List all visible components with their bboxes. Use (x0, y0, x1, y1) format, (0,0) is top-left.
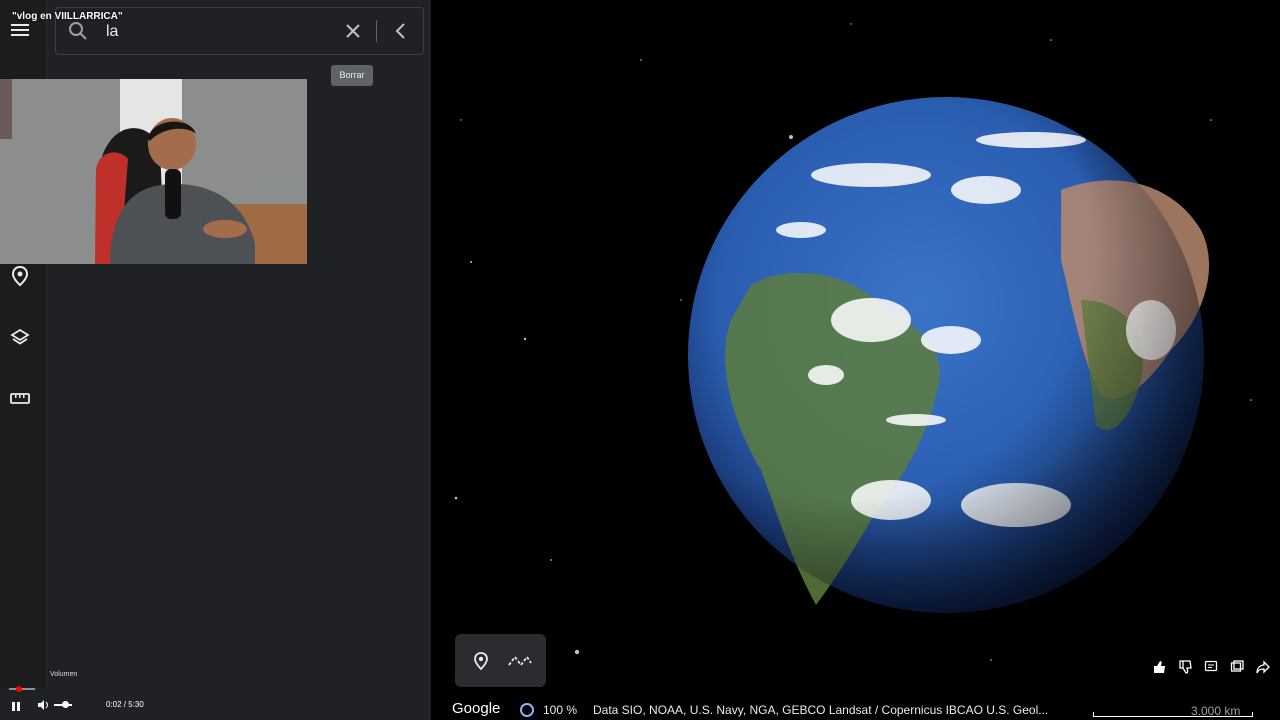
map-footer: Google 100 % Data SIO, NOAA, U.S. Navy, … (431, 698, 1280, 720)
volume-tooltip: Volumen (50, 671, 78, 678)
google-logo: Google (452, 700, 501, 717)
comment-icon[interactable] (1202, 658, 1220, 676)
globe-scene (454, 23, 1252, 661)
save-icon[interactable] (1228, 658, 1246, 676)
ruler-icon[interactable] (8, 386, 32, 410)
pause-icon[interactable] (11, 699, 21, 717)
search-input[interactable] (104, 20, 348, 44)
search-icon (68, 21, 88, 46)
video-title: "vlog en VIILLARRICA" (12, 11, 123, 22)
volume-icon[interactable] (37, 698, 49, 716)
player-actions (1150, 658, 1272, 676)
back-icon[interactable] (390, 20, 412, 42)
scale-label: 3.000 km (1191, 704, 1241, 718)
video-player-bar: 0:02 / 5:30 (0, 686, 431, 720)
volume-handle[interactable] (62, 701, 69, 708)
like-icon[interactable] (1150, 658, 1168, 676)
zoom-ring-icon (520, 703, 534, 717)
layers-icon[interactable] (8, 325, 32, 349)
clear-search-icon[interactable] (342, 20, 364, 42)
screen: Borrar "vlog en VIILLARRICA" (0, 0, 1280, 720)
map-tool-card (455, 634, 546, 687)
earth-globe (688, 97, 1210, 613)
webcam-overlay (0, 79, 307, 264)
map-attribution[interactable]: Data SIO, NOAA, U.S. Navy, NGA, GEBCO La… (593, 703, 1048, 717)
progress-handle[interactable] (16, 686, 22, 692)
draw-path-icon[interactable] (507, 653, 533, 674)
video-time: 0:02 / 5:30 (106, 700, 144, 709)
dislike-icon[interactable] (1176, 658, 1194, 676)
clear-tooltip: Borrar (331, 65, 373, 86)
zoom-level: 100 % (543, 703, 578, 717)
add-placemark-icon[interactable] (472, 651, 490, 676)
progress-bar[interactable] (9, 686, 35, 692)
side-panel: Borrar "vlog en VIILLARRICA" (0, 0, 431, 720)
search-divider (376, 20, 377, 42)
share-icon[interactable] (1254, 658, 1272, 676)
globe-view[interactable] (431, 0, 1280, 690)
place-icon[interactable] (8, 264, 32, 288)
